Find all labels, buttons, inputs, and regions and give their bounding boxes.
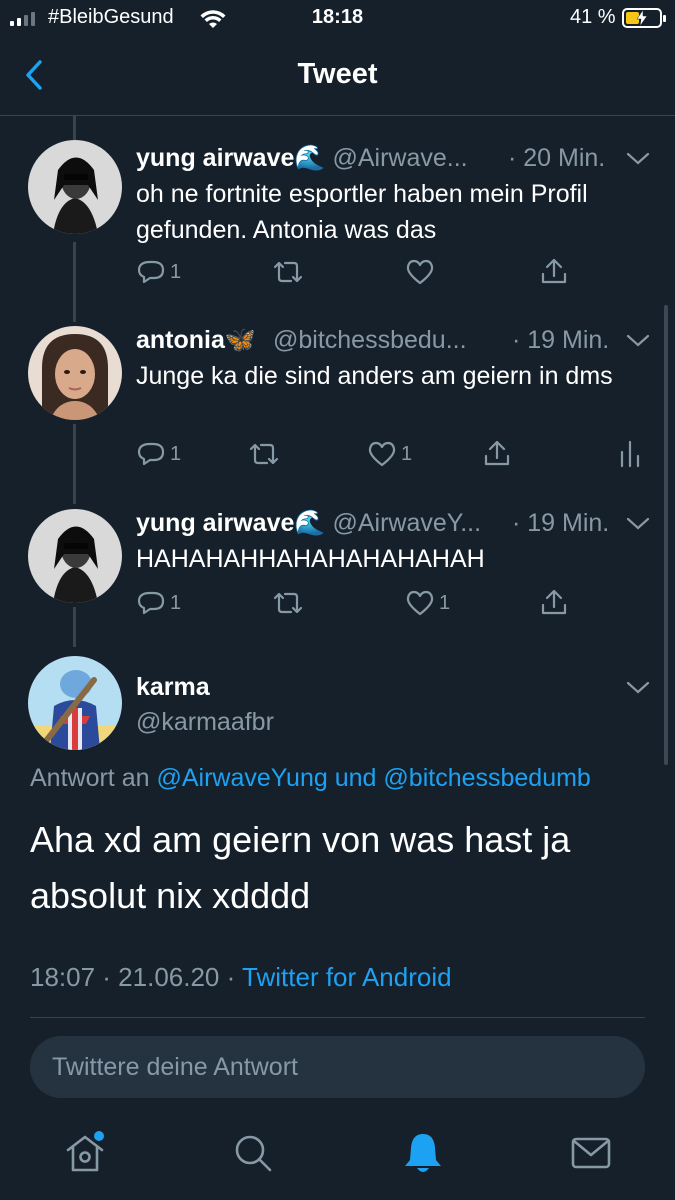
user-handle[interactable]: @AirwaveY... [332,509,481,537]
share-button[interactable] [482,438,512,468]
retweet-button[interactable] [272,589,304,617]
notification-dot [94,1131,104,1141]
messages-icon [571,1137,611,1169]
reply-count: 1 [170,442,182,465]
tweet-item[interactable]: yung airwave🌊 @AirwaveY... · 19 Min. HAH… [0,505,675,645]
tweet-menu-button[interactable] [625,515,651,533]
mention-link[interactable]: @AirwaveYung [156,764,327,792]
main-tweet-text: Aha xd am geiern von was hast ja absolut… [30,819,571,916]
display-name[interactable]: karma [136,673,210,702]
retweet-icon [249,443,279,465]
home-icon [66,1131,104,1172]
heart-icon [406,259,434,285]
tweet-text: oh ne fortnite esportler haben mein Prof… [136,180,588,244]
share-button[interactable] [539,256,569,286]
reply-icon [137,442,165,466]
reply-button[interactable]: 1 [136,440,181,468]
search-icon [235,1135,272,1172]
retweet-button[interactable] [272,258,304,286]
avatar[interactable] [28,509,122,603]
reply-icon [137,591,165,615]
chevron-down-icon [626,152,650,165]
chevron-down-icon [626,334,650,347]
divider [30,1017,645,1018]
tweet-menu-button[interactable] [625,679,651,697]
reply-count: 1 [170,591,182,614]
reply-prefix: Antwort an [30,764,150,792]
reply-input[interactable] [30,1036,645,1098]
like-button[interactable]: 1 [405,589,450,617]
heart-icon [368,441,396,467]
reply-context: Antwort an @AirwaveYung und @bitchessbed… [30,764,591,793]
reply-icon [137,260,165,284]
tweet-time: · 20 Min. [508,144,606,172]
share-icon [541,589,567,615]
tab-search[interactable] [230,1130,276,1176]
avatar[interactable] [28,326,122,420]
display-name[interactable]: antonia🦋 [136,326,256,354]
avatar[interactable] [28,140,122,234]
like-button[interactable] [405,258,435,286]
heart-icon [406,590,434,616]
analytics-button[interactable] [618,438,642,468]
tweet-item[interactable]: antonia🦋 @bitchessbedu... · 19 Min. Jung… [0,322,675,487]
tweet-text: Junge ka die sind anders am geiern in dm… [136,362,613,390]
reply-button[interactable]: 1 [136,258,181,286]
thread-line [73,116,76,140]
tweet-source-link[interactable]: Twitter for Android [242,962,452,992]
like-count: 1 [401,442,413,465]
page-title: Tweet [297,58,378,90]
analytics-icon [620,440,640,468]
chevron-down-icon [626,681,650,694]
mention-link[interactable]: @bitchessbedumb [383,764,590,792]
battery-icon [622,8,666,28]
notifications-icon [405,1134,441,1172]
reply-joiner[interactable]: und [335,764,377,792]
retweet-button[interactable] [248,440,280,468]
user-handle[interactable]: @bitchessbedu... [273,326,467,354]
like-button[interactable]: 1 [367,440,412,468]
tweet-menu-button[interactable] [625,332,651,350]
tab-home[interactable] [62,1130,108,1176]
tweet-time: · 19 Min. [512,509,610,537]
avatar[interactable] [28,656,122,750]
display-name[interactable]: yung airwave🌊 [136,144,326,172]
reply-count: 1 [170,260,182,283]
tweet-menu-button[interactable] [625,150,651,168]
scrollbar[interactable] [664,305,668,765]
tweet-text: HAHAHAHHAHAHAHAHAHAH [136,545,485,573]
status-bar: #BleibGesund 18:18 41 % [0,0,675,40]
battery-percentage: 41 % [570,6,616,28]
reply-field[interactable] [30,1036,645,1098]
nav-divider [0,115,675,116]
reply-button[interactable]: 1 [136,589,181,617]
tweet-time: · 19 Min. [512,326,610,354]
tweet-header: yung airwave🌊 @Airwave... [136,144,468,173]
tweet-meta: 18:07 · 21.06.20 · Twitter for Android [30,962,452,993]
tweet-header: yung airwave🌊 @AirwaveY... [136,509,481,538]
user-handle[interactable]: @Airwave... [332,144,467,172]
tweet-item[interactable]: yung airwave🌊 @Airwave... · 20 Min. oh n… [0,140,675,305]
user-handle[interactable]: @karmaafbr [136,708,274,737]
share-icon [484,440,510,466]
tweet-header: antonia🦋 @bitchessbedu... [136,326,467,355]
retweet-icon [273,592,303,614]
share-icon [541,258,567,284]
like-count: 1 [439,591,451,614]
display-name[interactable]: yung airwave🌊 [136,509,326,537]
chevron-down-icon [626,517,650,530]
tab-messages[interactable] [568,1130,614,1176]
retweet-icon [273,261,303,283]
share-button[interactable] [539,587,569,617]
tweet-timestamp: 18:07 · 21.06.20 · [30,962,236,992]
tab-notifications[interactable] [400,1130,446,1176]
